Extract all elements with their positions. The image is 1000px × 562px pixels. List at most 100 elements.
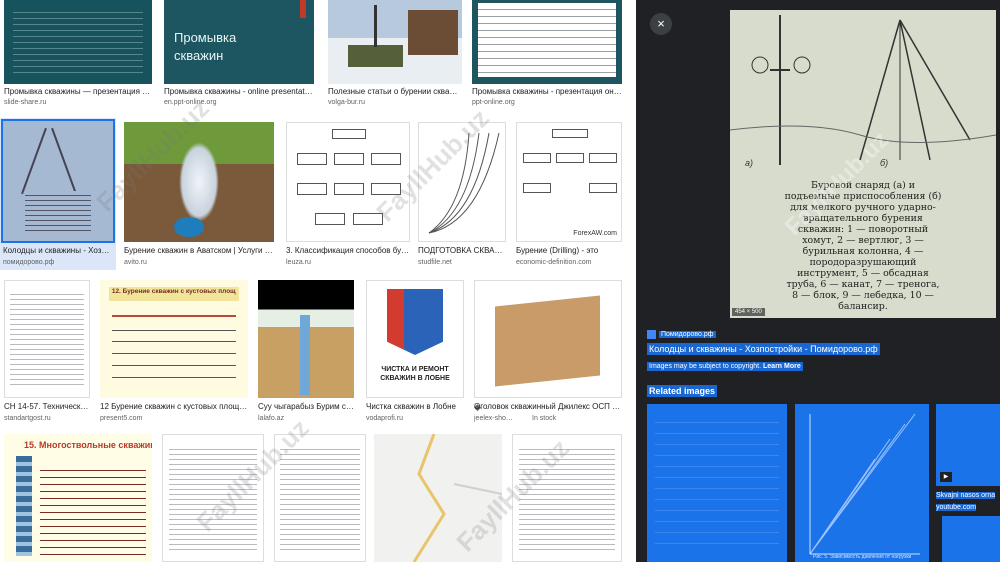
close-icon[interactable]: ×	[650, 13, 672, 35]
result-source: en.ppt-online.org	[164, 99, 217, 106]
document-lines	[169, 445, 257, 551]
caption-line: породоразрушающий	[809, 257, 917, 268]
result-thumbnail[interactable]	[162, 434, 264, 562]
result-tile-7[interactable]: ПОДГОТОВКА СКВАЖ... studfile.net	[418, 122, 506, 270]
result-title[interactable]: ПОДГОТОВКА СКВАЖ...	[418, 246, 506, 256]
result-tile-9[interactable]: СН 14-57. Технические... standartgost.ru	[4, 280, 90, 426]
slide-title-line1: Промывка	[174, 30, 237, 45]
result-title[interactable]: СН 14-57. Технические...	[4, 402, 90, 412]
result-title[interactable]: Промывка скважины - online presentation	[164, 87, 314, 97]
result-thumbnail[interactable]	[418, 122, 506, 242]
truck-shape	[348, 45, 403, 67]
preview-image[interactable]: а) б) Буровой снаряд (а) и подъемные при…	[730, 10, 996, 318]
related-figure-caption: Рис. 5. Зависимость давления от нагрузки	[813, 554, 912, 560]
result-thumbnail[interactable]	[1, 119, 115, 243]
graph-lines	[809, 413, 920, 555]
result-title[interactable]: Промывка скважины — презентация на Sli..…	[4, 87, 152, 97]
result-tile-3[interactable]: Промывка скважины - презентация онлай...…	[472, 0, 622, 108]
result-thumbnail[interactable]	[274, 434, 366, 562]
related-image-0[interactable]	[647, 404, 787, 562]
result-thumbnail[interactable]	[124, 122, 274, 242]
related-image-1[interactable]: Рис. 5. Зависимость давления от нагрузки	[795, 404, 929, 562]
flowchart-box	[523, 183, 551, 193]
in-stock-label: In stock	[532, 415, 557, 422]
result-source: ppt-online.org	[472, 99, 515, 106]
result-thumbnail[interactable]	[474, 280, 622, 398]
related-image-2[interactable]: ▶	[936, 404, 1000, 486]
result-tile-4-selected[interactable]: Колодцы и скважины - Хозпо... помидорово…	[0, 118, 116, 270]
result-thumbnail[interactable]	[512, 434, 622, 562]
result-source: jeelex-shop.ru	[474, 415, 514, 422]
result-tile-12[interactable]: ЧИСТКА И РЕМОНТ СКВАЖИН В ЛОБНЕ Чистка с…	[366, 280, 464, 426]
result-tile-1[interactable]: Промывка скважин Промывка скважины - onl…	[164, 0, 314, 108]
site-favicon-icon	[647, 329, 656, 339]
result-title[interactable]: Полезные статьи о бурении скважин...	[328, 87, 462, 97]
result-tile-10[interactable]: 12. Бурение скважин с кустовых площадок …	[100, 280, 248, 426]
result-title[interactable]: 12 Бурение скважин с кустовых площад...	[100, 402, 248, 412]
caption-line: подъемные приспособления (б)	[784, 191, 942, 202]
result-tile-11[interactable]: Суу чыгарабыз Бурим ск... lalafo.az	[258, 280, 354, 426]
result-source: studfile.net	[418, 259, 452, 266]
result-thumbnail[interactable]: ЧИСТКА И РЕМОНТ СКВАЖИН В ЛОБНЕ	[366, 280, 464, 398]
result-title[interactable]: 3. Классификация способов бур...	[286, 246, 410, 256]
result-thumbnail[interactable]	[374, 434, 502, 562]
result-title[interactable]: Суу чыгарабыз Бурим ск...	[258, 402, 354, 412]
result-tile-8[interactable]: ForexAW.com Бурение (Drilling) - это eco…	[516, 122, 622, 270]
result-thumbnail[interactable]	[328, 0, 462, 84]
slide-line	[111, 329, 237, 331]
poster-text: ЧИСТКА И РЕМОНТ СКВАЖИН В ЛОБНЕ	[380, 366, 450, 382]
result-thumbnail[interactable]	[286, 122, 410, 242]
result-tile-5[interactable]: Бурение скважин в Аватском | Услуги | А.…	[124, 122, 274, 270]
result-thumbnail[interactable]: 15. Многоствольные скважины	[4, 434, 152, 562]
result-title[interactable]: Бурение (Drilling) - это	[516, 246, 622, 256]
result-source: vodaprofi.ru	[366, 415, 403, 422]
figure-label-b: б)	[880, 158, 889, 168]
source-site-row[interactable]: Помидорово.рф	[647, 328, 716, 340]
result-thumbnail[interactable]: Промывка скважин	[164, 0, 314, 84]
tripod-leg	[21, 127, 47, 195]
well-diagram-shape	[16, 456, 32, 556]
result-thumbnail[interactable]	[258, 280, 354, 398]
flowchart-box	[297, 153, 327, 165]
result-thumbnail[interactable]	[472, 0, 622, 84]
slide-heading: 15. Многоствольные скважины	[24, 440, 152, 450]
flowchart-box	[556, 153, 584, 163]
result-tile-14[interactable]: 15. Многоствольные скважины	[4, 434, 152, 562]
result-source: volga-bur.ru	[328, 99, 365, 106]
result-thumbnail[interactable]	[4, 280, 90, 398]
result-thumbnail[interactable]: 12. Бурение скважин с кустовых площадок	[100, 280, 248, 398]
flowchart-box	[353, 213, 383, 225]
slide-line	[111, 315, 237, 318]
source-page-title-link[interactable]: Колодцы и скважины - Хозпостройки - Поми…	[647, 343, 880, 355]
source-site-name[interactable]: Помидорово.рф	[659, 330, 716, 338]
result-thumbnail[interactable]	[4, 0, 152, 84]
related-image-title[interactable]: Skvajni nasos orna	[936, 492, 996, 499]
result-title[interactable]: Оголовок скважинный Джилекс ОСП 14...	[474, 402, 622, 412]
slide-accent-bar	[300, 0, 306, 18]
caption-line: 8 — блок, 9 — лебедка, 10 —	[792, 290, 934, 301]
result-tile-15[interactable]	[162, 434, 264, 562]
flowchart-box	[315, 213, 345, 225]
learn-more-link[interactable]: Learn More	[763, 363, 801, 370]
result-tile-18[interactable]	[512, 434, 622, 562]
copyright-notice: Images may be subject to copyright. Lear…	[647, 362, 803, 371]
result-thumbnail[interactable]: ForexAW.com	[516, 122, 622, 242]
drill-mast-shape	[374, 5, 377, 47]
flowchart-box	[589, 183, 617, 193]
result-tile-2[interactable]: Полезные статьи о бурении скважин... vol…	[328, 0, 462, 108]
result-tile-16[interactable]	[274, 434, 366, 562]
result-title[interactable]: Промывка скважины - презентация онлай...	[472, 87, 622, 97]
result-tile-0[interactable]: Промывка скважины — презентация на Sli..…	[4, 0, 152, 108]
result-tile-17[interactable]	[374, 434, 502, 562]
result-title[interactable]: Колодцы и скважины - Хозпо...	[3, 246, 113, 256]
slide-heading: 12. Бурение скважин с кустовых площадок	[111, 288, 236, 296]
result-tile-13[interactable]: ◆ Оголовок скважинный Джилекс ОСП 14... …	[474, 280, 622, 426]
result-tile-6[interactable]: 3. Классификация способов бур... leuza.r…	[286, 122, 410, 270]
result-title[interactable]: Бурение скважин в Аватском | Услуги | А.…	[124, 246, 274, 256]
related-image-3[interactable]	[942, 516, 1000, 562]
result-title[interactable]: Чистка скважин в Лобне	[366, 402, 464, 412]
caption-line: вращательного бурения	[803, 213, 923, 224]
house-shape	[408, 10, 458, 55]
related-images-heading: Related images	[647, 385, 718, 397]
caption-line: бурильная колонна, 4 —	[802, 246, 924, 257]
